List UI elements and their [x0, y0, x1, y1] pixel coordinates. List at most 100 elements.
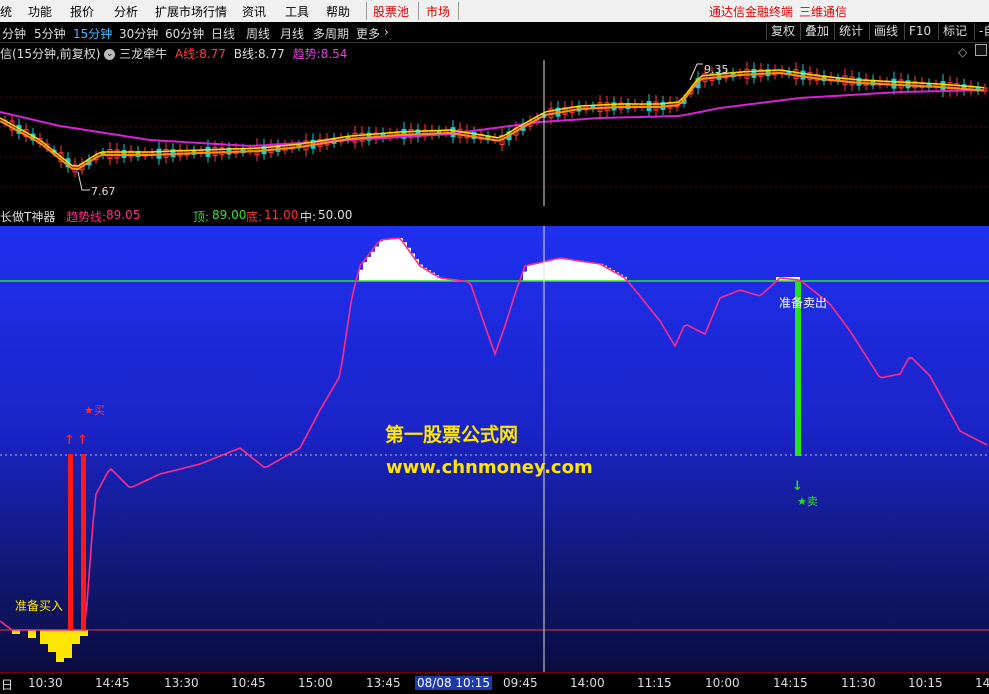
kline-chart[interactable]: 9.35 7.67: [0, 42, 989, 206]
high-price-label: 9.35: [704, 63, 729, 76]
top-zone-bar: [523, 272, 527, 281]
top-value: 89.00: [212, 208, 246, 222]
time-tick: 11:30: [841, 676, 876, 690]
time-tick: 09:45: [503, 676, 538, 690]
toolbar-extra-button[interactable]: -自: [974, 23, 989, 40]
time-tick-current: 08/08 10:15: [415, 676, 492, 690]
menu-separator: [458, 2, 459, 20]
bottom-label: 底:: [246, 208, 262, 225]
period-30min[interactable]: 30分钟: [119, 25, 158, 42]
period-weekly[interactable]: 周线: [246, 25, 270, 42]
low-marker-line: [78, 172, 90, 190]
watermark-title: 第一股票公式网: [385, 420, 518, 447]
period-5min[interactable]: 5分钟: [34, 25, 66, 42]
buy-signal-bar: [68, 454, 73, 630]
menu-item-help[interactable]: 帮助: [326, 3, 350, 20]
bottom-zone-bar: [56, 630, 64, 662]
bottom-zone-bar: [64, 630, 72, 658]
b-line-label: B线:: [234, 47, 258, 61]
menu-item-stock-pool[interactable]: 股票池: [373, 3, 409, 20]
menu-item-market[interactable]: 市场: [426, 3, 450, 20]
toolbar-mark-button[interactable]: 标记: [938, 23, 971, 40]
menu-item-news[interactable]: 资讯: [242, 3, 266, 20]
period-15min[interactable]: 15分钟: [73, 25, 112, 42]
period-1min[interactable]: 分钟: [2, 25, 26, 42]
indicator-chart[interactable]: ↑ ↑ ★买 准备买入 准备卖出 ↓ ★卖: [0, 226, 989, 672]
buy-signal-bar: [81, 454, 86, 630]
toolbar-restore-rights-button[interactable]: 复权: [766, 23, 799, 40]
top-zone-bar: [387, 239, 391, 281]
a-line-label: A线:: [175, 47, 199, 61]
top-zone-bar: [531, 265, 535, 281]
menu-item-extended-market[interactable]: 扩展市场行情: [155, 3, 227, 20]
top-zone-bar: [563, 258, 567, 281]
buy-arrow-icon: ↑: [77, 433, 88, 448]
toolbar-f10-button[interactable]: F10: [904, 23, 935, 40]
toolbar-stats-button[interactable]: 统计: [834, 23, 867, 40]
bottom-zone-bar: [72, 630, 80, 644]
top-zone-bar: [367, 257, 371, 281]
a-line-value: 8.77: [199, 47, 226, 61]
candle-body: [801, 71, 805, 79]
period-60min[interactable]: 60分钟: [165, 25, 204, 42]
toolbar-overlay-button[interactable]: 叠加: [800, 23, 833, 40]
time-tick: 14:15: [773, 676, 808, 690]
top-zone-bar: [571, 260, 575, 281]
chevron-right-icon[interactable]: ›: [384, 25, 389, 39]
top-zone-bar: [567, 259, 571, 281]
time-tick: 14:45: [95, 676, 130, 690]
trend-value: 8.54: [321, 47, 348, 61]
buy-ready-label: 准备买入: [15, 599, 63, 613]
top-zone-bar: [587, 262, 591, 281]
diamond-icon[interactable]: ◇: [958, 45, 967, 59]
indicator-pane[interactable]: ↑ ↑ ★买 准备买入 准备卖出 ↓ ★卖 第一股票公式网 www.chnmon…: [0, 226, 989, 672]
buy-arrow-icon: ↑: [64, 433, 75, 448]
top-zone-fill: [359, 238, 800, 281]
menu-item-tools[interactable]: 工具: [285, 3, 309, 20]
time-tick: 14: [975, 676, 989, 690]
indicator-name[interactable]: 三龙牵牛: [119, 47, 167, 61]
kline-header: 信(15分钟,前复权) ⌄ 三龙牵牛 A线:8.77 B线:8.77 趋势:8.…: [0, 45, 347, 62]
bottom-zone-bar: [28, 630, 36, 638]
bottom-zone-bar: [40, 630, 48, 644]
top-zone-bar: [539, 263, 543, 281]
period-multi[interactable]: 多周期: [313, 25, 349, 42]
top-zone-bar: [375, 247, 379, 282]
time-tick: 10:00: [705, 676, 740, 690]
candlesticks: [3, 62, 987, 178]
time-tick: 13:30: [164, 676, 199, 690]
menu-item-quote[interactable]: 报价: [70, 3, 94, 20]
top-zone-bar: [555, 259, 559, 281]
mid-value: 50.00: [318, 208, 352, 222]
candle-body: [451, 128, 455, 137]
time-tick: 10:15: [908, 676, 943, 690]
menu-item-system[interactable]: 统: [0, 3, 12, 20]
period-daily[interactable]: 日线: [211, 25, 235, 42]
top-zone-bar: [527, 266, 531, 281]
top-zone-bar: [599, 264, 603, 281]
top-label: 顶:: [193, 208, 209, 225]
candle-body: [941, 82, 945, 91]
kline-pane[interactable]: 9.35 7.67 信(15分钟,前复权) ⌄ 三龙牵牛 A线:8.77 B线:…: [0, 42, 989, 206]
watermark-url: www.chnmoney.com: [386, 457, 593, 478]
time-tick: 10:45: [231, 676, 266, 690]
trend-line: [0, 90, 984, 146]
top-zone-bar: [371, 252, 375, 281]
bottom-value: 11.00: [264, 208, 298, 222]
maximize-icon[interactable]: [975, 44, 987, 56]
period-more[interactable]: 更多: [356, 25, 380, 42]
menu-separator: [366, 2, 367, 20]
top-zone-bar: [547, 261, 551, 281]
b-line: [0, 73, 984, 169]
chevron-down-icon[interactable]: ⌄: [104, 49, 115, 60]
top-zone-bar: [535, 264, 539, 281]
menu-item-analysis[interactable]: 分析: [114, 3, 138, 20]
toolbar-draw-button[interactable]: 画线: [869, 23, 902, 40]
bottom-zone-bar: [48, 630, 56, 652]
candle-body: [892, 79, 896, 88]
indicator-title[interactable]: 长做T神器: [0, 208, 55, 225]
period-monthly[interactable]: 月线: [280, 25, 304, 42]
bottom-zone-fill: [12, 630, 88, 662]
menu-item-function[interactable]: 功能: [28, 3, 52, 20]
top-zone-bar: [395, 239, 399, 282]
